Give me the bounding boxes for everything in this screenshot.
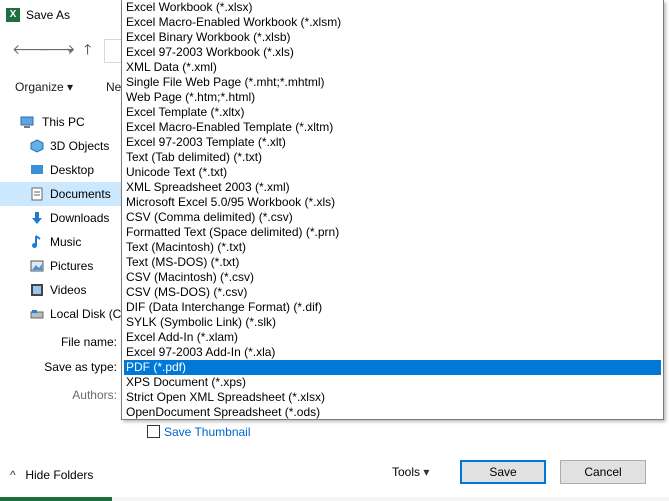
file-type-option[interactable]: Single File Web Page (*.mht;*.mhtml) bbox=[124, 75, 661, 90]
tools-label: Tools bbox=[392, 465, 421, 479]
file-type-option[interactable]: CSV (Comma delimited) (*.csv) bbox=[124, 210, 661, 225]
sidebar-item-music[interactable]: Music bbox=[0, 230, 122, 254]
navigation-pane: This PC 3D Objects Desktop Documents Dow… bbox=[0, 110, 125, 321]
sidebar-item-label: Desktop bbox=[50, 163, 95, 177]
authors-label: Authors: bbox=[72, 388, 117, 402]
file-type-option[interactable]: DIF (Data Interchange Format) (*.dif) bbox=[124, 300, 661, 315]
file-type-option[interactable]: Excel 97-2003 Workbook (*.xls) bbox=[124, 45, 661, 60]
hide-folders-label: Hide Folders bbox=[25, 468, 94, 482]
save-as-type-dropdown-list[interactable]: Excel Workbook (*.xlsx) Excel Macro-Enabl… bbox=[121, 0, 664, 420]
disk-icon bbox=[30, 310, 44, 319]
document-icon bbox=[31, 187, 43, 201]
file-type-option[interactable]: Strict Open XML Spreadsheet (*.xlsx) bbox=[124, 390, 661, 405]
picture-icon bbox=[30, 260, 44, 272]
sidebar-item-label: Local Disk (C: bbox=[50, 307, 125, 321]
file-type-option[interactable]: CSV (Macintosh) (*.csv) bbox=[124, 270, 661, 285]
file-type-option[interactable]: Web Page (*.htm;*.html) bbox=[124, 90, 661, 105]
file-type-option[interactable]: SYLK (Symbolic Link) (*.slk) bbox=[124, 315, 661, 330]
file-type-option[interactable]: Microsoft Excel 5.0/95 Workbook (*.xls) bbox=[124, 195, 661, 210]
download-icon bbox=[32, 212, 42, 224]
file-type-option[interactable]: Excel Template (*.xltx) bbox=[124, 105, 661, 120]
tools-dropdown[interactable]: Tools ▾ bbox=[392, 465, 429, 479]
hide-folders-button[interactable]: ^ Hide Folders bbox=[10, 468, 93, 482]
file-type-option[interactable]: XML Data (*.xml) bbox=[124, 60, 661, 75]
sidebar-item-this-pc[interactable]: This PC bbox=[0, 110, 122, 134]
file-type-option[interactable]: Text (MS-DOS) (*.txt) bbox=[124, 255, 661, 270]
computer-icon bbox=[20, 116, 34, 128]
recent-locations-chevron-icon[interactable]: ⌄ bbox=[64, 40, 76, 54]
sidebar-item-desktop[interactable]: Desktop bbox=[0, 158, 122, 182]
sidebar-item-videos[interactable]: Videos bbox=[0, 278, 122, 302]
file-type-option[interactable]: PDF (*.pdf) bbox=[124, 360, 661, 375]
save-thumbnail-checkbox[interactable] bbox=[147, 425, 160, 438]
sidebar-item-label: Videos bbox=[50, 283, 87, 297]
new-folder-button[interactable]: Ne bbox=[106, 80, 121, 94]
sidebar-item-label: 3D Objects bbox=[50, 139, 110, 153]
sidebar-item-documents[interactable]: Documents bbox=[0, 182, 122, 206]
save-as-type-label: Save as type: bbox=[44, 360, 117, 374]
file-type-option[interactable]: Excel Macro-Enabled Template (*.xltm) bbox=[124, 120, 661, 135]
window-title: Save As bbox=[26, 8, 71, 22]
file-type-option[interactable]: Text (Tab delimited) (*.txt) bbox=[124, 150, 661, 165]
organize-button[interactable]: Organize ▾ bbox=[15, 80, 73, 94]
file-type-option[interactable]: Excel Macro-Enabled Workbook (*.xlsm) bbox=[124, 15, 661, 30]
chevron-down-icon: ▾ bbox=[423, 465, 430, 479]
video-icon bbox=[31, 284, 43, 296]
file-type-option[interactable]: Excel Workbook (*.xlsx) bbox=[124, 0, 661, 15]
up-arrow-icon[interactable]: 🡑 bbox=[84, 42, 91, 56]
file-type-option[interactable]: Excel Add-In (*.xlam) bbox=[124, 330, 661, 345]
file-type-option[interactable]: XML Spreadsheet 2003 (*.xml) bbox=[124, 180, 661, 195]
sidebar-item-label: Downloads bbox=[50, 211, 110, 225]
file-type-option[interactable]: XPS Document (*.xps) bbox=[124, 375, 661, 390]
file-type-option[interactable]: Excel Binary Workbook (*.xlsb) bbox=[124, 30, 661, 45]
file-type-option[interactable]: Text (Macintosh) (*.txt) bbox=[124, 240, 661, 255]
taskbar-strip bbox=[0, 497, 669, 501]
music-icon bbox=[32, 235, 41, 248]
file-type-option[interactable]: Unicode Text (*.txt) bbox=[124, 165, 661, 180]
cube-icon bbox=[30, 139, 44, 153]
file-type-option[interactable]: CSV (MS-DOS) (*.csv) bbox=[124, 285, 661, 300]
excel-taskbar-accent bbox=[0, 497, 112, 501]
file-type-option[interactable]: Excel 97-2003 Add-In (*.xla) bbox=[124, 345, 661, 360]
save-button[interactable]: Save bbox=[460, 460, 546, 484]
sidebar-item-downloads[interactable]: Downloads bbox=[0, 206, 122, 230]
file-type-option[interactable]: Excel 97-2003 Template (*.xlt) bbox=[124, 135, 661, 150]
sidebar-item-label: Music bbox=[50, 235, 82, 249]
chevron-up-icon: ^ bbox=[10, 468, 16, 482]
file-type-option[interactable]: OpenDocument Spreadsheet (*.ods) bbox=[124, 405, 661, 420]
sidebar-item-label: Documents bbox=[50, 187, 111, 201]
sidebar-item-pictures[interactable]: Pictures bbox=[0, 254, 122, 278]
sidebar-item-label: Pictures bbox=[50, 259, 94, 273]
desktop-icon bbox=[31, 165, 43, 174]
sidebar-item-label: This PC bbox=[42, 115, 85, 129]
sidebar-item-3d-objects[interactable]: 3D Objects bbox=[0, 134, 122, 158]
excel-icon: X bbox=[6, 8, 20, 22]
sidebar-item-local-disk[interactable]: Local Disk (C: bbox=[0, 302, 125, 326]
file-name-label: File name: bbox=[60, 335, 117, 349]
save-thumbnail-label[interactable]: Save Thumbnail bbox=[164, 425, 251, 439]
cancel-button[interactable]: Cancel bbox=[560, 460, 646, 484]
file-type-option[interactable]: Formatted Text (Space delimited) (*.prn) bbox=[124, 225, 661, 240]
